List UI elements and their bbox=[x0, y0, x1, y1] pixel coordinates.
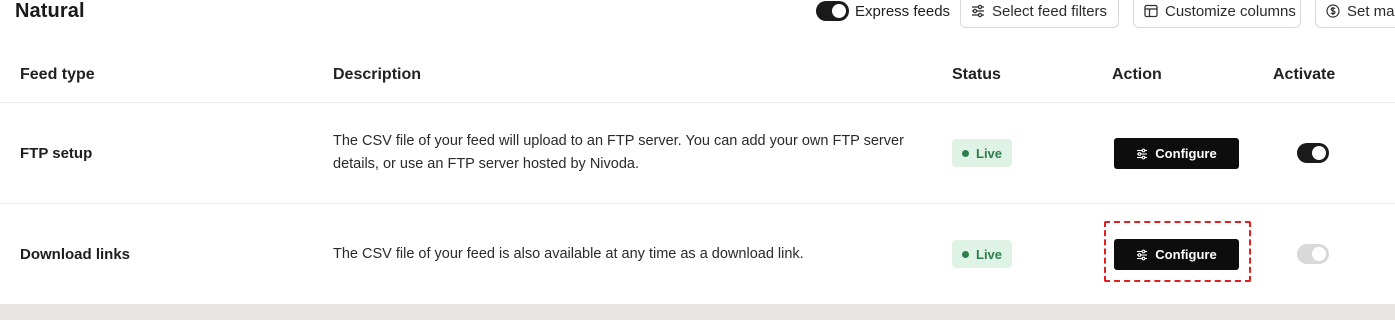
table-header: Feed type Description Status Action Acti… bbox=[0, 50, 1395, 103]
express-feeds-control[interactable]: Express feeds bbox=[816, 0, 950, 22]
status-label: Live bbox=[976, 145, 1003, 161]
table-columns-icon bbox=[1144, 4, 1158, 18]
description-cell: The CSV file of your feed is also availa… bbox=[333, 246, 804, 262]
configure-label: Configure bbox=[1155, 146, 1217, 161]
sliders-icon bbox=[1136, 148, 1148, 160]
select-feed-filters-label: Select feed filters bbox=[992, 2, 1108, 20]
description-cell: The CSV file of your feed will upload to… bbox=[333, 133, 904, 172]
header-activate: Activate bbox=[1273, 66, 1336, 83]
set-markup-label: Set ma bbox=[1347, 2, 1395, 20]
status-badge: Live bbox=[952, 139, 1012, 167]
status-dot-icon bbox=[962, 250, 969, 258]
configure-button[interactable]: Configure bbox=[1114, 138, 1239, 169]
header-description: Description bbox=[333, 66, 422, 83]
customize-columns-label: Customize columns bbox=[1165, 2, 1296, 20]
express-feeds-label: Express feeds bbox=[855, 2, 951, 20]
status-dot-icon bbox=[962, 149, 969, 157]
table-row: FTP setup The CSV file of your feed will… bbox=[0, 103, 1395, 204]
footer-band bbox=[0, 304, 1395, 320]
status-label: Live bbox=[976, 246, 1003, 262]
sliders-icon bbox=[971, 4, 985, 18]
status-badge: Live bbox=[952, 240, 1012, 268]
sliders-icon bbox=[1136, 249, 1148, 261]
header-status: Status bbox=[952, 66, 1001, 83]
activate-toggle[interactable] bbox=[1297, 244, 1329, 264]
configure-button[interactable]: Configure bbox=[1114, 239, 1239, 270]
activate-toggle[interactable] bbox=[1297, 143, 1329, 163]
feed-type-cell: Download links bbox=[20, 246, 131, 263]
customize-columns-button[interactable]: Customize columns bbox=[1133, 0, 1301, 28]
feed-type-cell: FTP setup bbox=[20, 145, 93, 162]
set-markup-button[interactable]: Set ma bbox=[1315, 0, 1395, 28]
table-row: Download links The CSV file of your feed… bbox=[0, 204, 1395, 305]
express-feeds-toggle[interactable] bbox=[816, 1, 849, 21]
dollar-circle-icon bbox=[1326, 4, 1340, 18]
select-feed-filters-button[interactable]: Select feed filters bbox=[960, 0, 1119, 28]
top-bar: Natural Express feeds Select feed filter… bbox=[0, 0, 1395, 30]
page-title: Natural bbox=[15, 0, 85, 22]
header-feed-type: Feed type bbox=[20, 66, 95, 83]
header-action: Action bbox=[1112, 66, 1162, 83]
configure-label: Configure bbox=[1155, 247, 1217, 262]
